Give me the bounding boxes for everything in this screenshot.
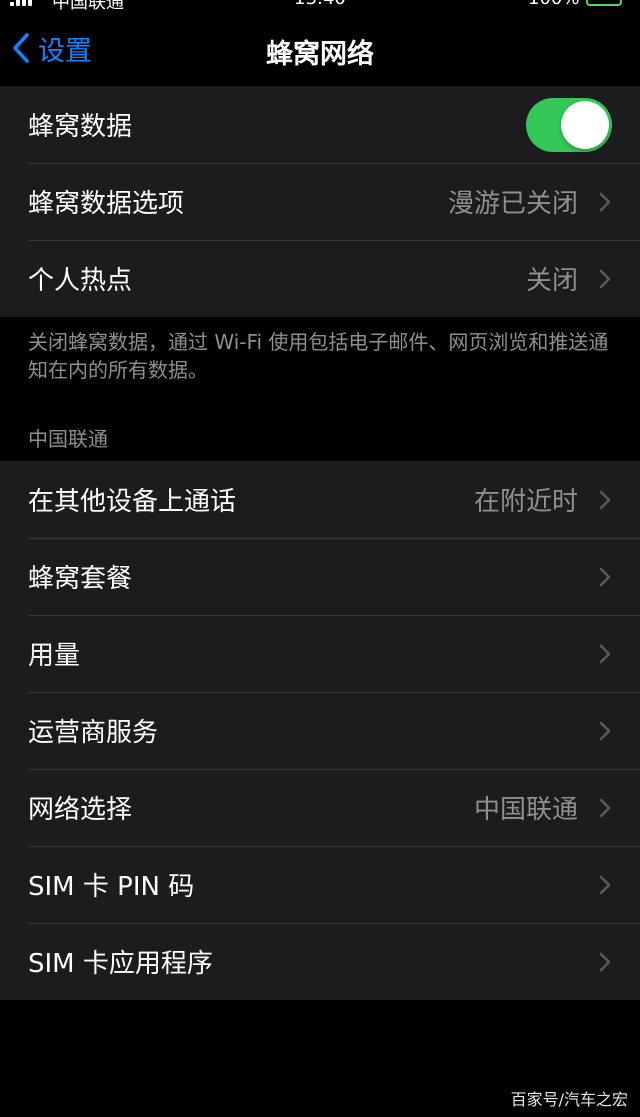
personal-hotspot-row[interactable]: 个人热点 关闭	[0, 240, 640, 317]
cellular-plan-row[interactable]: 蜂窝套餐	[0, 538, 640, 615]
chevron-right-icon	[599, 269, 611, 288]
chevron-right-icon	[599, 875, 611, 894]
status-bar: 中国联通 13:40 100%	[0, 0, 640, 10]
battery-icon	[586, 0, 622, 6]
sim-pin-row[interactable]: SIM 卡 PIN 码	[0, 846, 640, 923]
navigation-bar: 设置 蜂窝网络	[0, 12, 640, 86]
row-label: 蜂窝套餐	[28, 564, 133, 594]
chevron-right-icon	[599, 952, 611, 971]
row-label: SIM 卡 PIN 码	[28, 872, 195, 902]
cellular-data-row: 蜂窝数据	[0, 86, 640, 163]
row-value: 在附近时	[473, 487, 578, 517]
toggle-knob	[561, 100, 609, 149]
row-label: 蜂窝数据	[28, 112, 133, 142]
row-label: 在其他设备上通话	[28, 487, 237, 517]
chevron-right-icon	[599, 798, 611, 817]
row-label: 网络选择	[28, 795, 133, 825]
status-carrier: 中国联通	[52, 0, 124, 10]
carrier-services-row[interactable]: 运营商服务	[0, 692, 640, 769]
row-label: 蜂窝数据选项	[28, 189, 185, 219]
row-value: 漫游已关闭	[447, 189, 578, 219]
chevron-right-icon	[599, 192, 611, 211]
cellular-data-footnote: 关闭蜂窝数据，通过 Wi-Fi 使用包括电子邮件、网页浏览和推送通知在内的所有数…	[28, 330, 609, 382]
chevron-right-icon	[599, 644, 611, 663]
cellular-data-toggle[interactable]	[526, 97, 612, 152]
row-label: 用量	[28, 641, 81, 671]
battery-percent: 100%	[528, 0, 579, 9]
row-value: 中国联通	[473, 795, 578, 825]
row-label: SIM 卡应用程序	[28, 949, 213, 979]
row-value: 关闭	[525, 266, 578, 296]
watermark: 百家号/汽车之宏	[510, 1090, 628, 1109]
chevron-right-icon	[599, 721, 611, 740]
carrier-settings-group: 在其他设备上通话 在附近时 蜂窝套餐 用量 运营商服务 网络选择 中国联通 SI…	[0, 461, 640, 1000]
sim-applications-row[interactable]: SIM 卡应用程序	[0, 923, 640, 1000]
network-selection-row[interactable]: 网络选择 中国联通	[0, 769, 640, 846]
chevron-right-icon	[599, 567, 611, 586]
signal-strength-icon	[10, 0, 32, 6]
cellular-settings-group: 蜂窝数据 蜂窝数据选项 漫游已关闭 个人热点 关闭	[0, 86, 640, 317]
row-label: 个人热点	[28, 266, 133, 296]
chevron-right-icon	[599, 490, 611, 509]
calls-on-other-devices-row[interactable]: 在其他设备上通话 在附近时	[0, 461, 640, 538]
cellular-data-options-row[interactable]: 蜂窝数据选项 漫游已关闭	[0, 163, 640, 240]
page-title: 蜂窝网络	[266, 39, 374, 70]
row-label: 运营商服务	[28, 718, 159, 748]
carrier-section-header: 中国联通	[28, 427, 108, 451]
status-time: 13:40	[294, 0, 346, 9]
usage-row[interactable]: 用量	[0, 615, 640, 692]
